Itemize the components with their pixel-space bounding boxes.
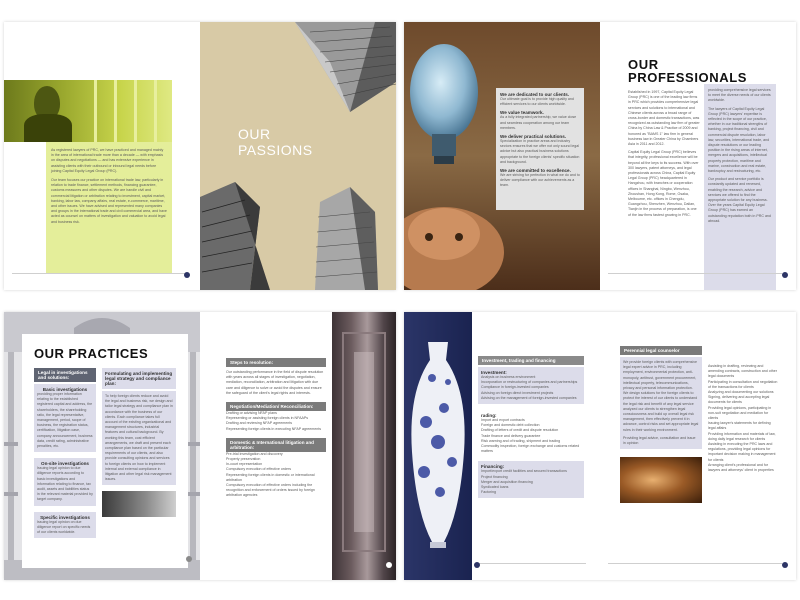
- professionals-col1-para2: Capital Equity Legal Group (PRC) believe…: [628, 150, 699, 217]
- page-dispute-resolution: Steps to resolution: Our outstanding per…: [200, 312, 396, 580]
- practices-legal-investigations-heading: Legal in investigations and solutions:: [34, 368, 96, 382]
- counselor-item-7: Providing information and materials of l…: [708, 431, 776, 441]
- trading-item-6: Commodity inspection, foreign exchange a…: [481, 444, 580, 454]
- footer-line: [608, 563, 782, 564]
- specific-investigations-text: Issuing legal opinion on due diligence r…: [37, 519, 91, 535]
- negotiation-heading: Negotiation/Mediation/ Reconciliation:: [226, 402, 326, 412]
- value-practical-text: Specialization in practice areas and ind…: [500, 139, 580, 164]
- office-photo: [102, 491, 176, 518]
- page-number-dot: [186, 556, 192, 562]
- practices-title: OUR PRACTICES: [34, 346, 149, 361]
- practices-left-col: Legal in investigations and solutions: B…: [34, 368, 96, 539]
- spread-1: As registered lawyers of PRC, we have pr…: [4, 22, 396, 290]
- professionals-col2-para3: Our product and service portfolio is con…: [708, 177, 771, 223]
- financing-item-1: Import/export credit facilities and secu…: [481, 469, 567, 474]
- practices-right-col: Formulating and implementing legal strat…: [102, 368, 176, 518]
- domestic-item-6: Compulsory execution of effective orders…: [226, 483, 315, 498]
- intro-paragraph-2: Our team focuses our practice on interna…: [51, 178, 167, 224]
- hands-photo: [620, 457, 702, 504]
- passions-title-line-1: OUR: [238, 126, 271, 142]
- intro-text-box: As registered lawyers of PRC, we have pr…: [46, 142, 172, 274]
- page-professionals: OUR PROFESSIONALS Established in 1997, C…: [600, 22, 796, 290]
- investment-block: Investment: Analysis on business environ…: [478, 367, 584, 405]
- counselor-heading: Perennial legal counselor: [620, 346, 702, 355]
- compliance-heading: Formulating and implementing legal strat…: [102, 368, 176, 389]
- compliance-text: To help foreign clients reduce and avoid…: [102, 391, 176, 486]
- value-teamwork-text: As a fully integrated partnership, we va…: [500, 115, 577, 130]
- values-box: We are dedicated to our clients. Our ult…: [496, 88, 584, 210]
- page-investment: Investment, trading and financing Invest…: [404, 312, 600, 580]
- page-number-dot: [782, 562, 788, 568]
- professionals-col-1: Established in 1997, Capital Equity Lega…: [628, 90, 700, 218]
- footer-line: [12, 273, 186, 274]
- corridor-image: [332, 312, 396, 580]
- counselor-item-4: Signing, delivering and accepting legal …: [708, 395, 770, 405]
- counselor-right-col: Assisting in drafting, reviewing and ame…: [708, 364, 778, 473]
- spread-2: We are dedicated to our clients. Our ult…: [404, 22, 796, 290]
- resolution-heading: Steps to resolution:: [226, 358, 326, 367]
- lawyer-photo: [4, 80, 172, 142]
- counselor-item-9: Arranging client's professional and for …: [708, 462, 774, 473]
- counselor-text-2: Providing legal advice, consultation and…: [623, 435, 696, 446]
- professionals-title: OUR PROFESSIONALS: [628, 58, 747, 84]
- spread-4: Investment, trading and financing Invest…: [404, 312, 796, 580]
- page-values: We are dedicated to our clients. Our ult…: [404, 22, 600, 290]
- counselor-item-6: Issuing lawyer's statements for defining…: [708, 421, 771, 431]
- porcelain-vase-image: [404, 312, 472, 580]
- professionals-col1-para1: Established in 1997, Capital Equity Lega…: [628, 90, 700, 147]
- value-dedicated-text: Our ultimate goal is to provide high qua…: [500, 97, 574, 107]
- professionals-col2-para1: providing comprehensive legal services t…: [708, 88, 771, 103]
- spread-3: OUR PRACTICES Legal in investigations an…: [4, 312, 396, 580]
- basic-investigations-block: Basic investigations providing proper in…: [34, 384, 96, 453]
- page-intro: As registered lawyers of PRC, we have pr…: [4, 22, 200, 290]
- trading-block: rading: Import and export contracts Fore…: [478, 410, 584, 457]
- footer-line: [608, 273, 782, 274]
- domestic-heading: Domestic & International litigation and …: [226, 437, 326, 452]
- page-number-dot: [782, 272, 788, 278]
- page-counselor: Perennial legal counselor We provide for…: [600, 312, 796, 580]
- onsite-investigations-text: Issuing legal opinion to due diligence r…: [37, 466, 93, 502]
- specific-investigations-block: Specific investigations Issuing legal op…: [34, 511, 96, 539]
- passions-title: OUR PASSIONS: [238, 126, 313, 158]
- investment-heading: Investment, trading and financing: [478, 356, 584, 365]
- footer-line: [478, 563, 586, 564]
- page-number-dot: [474, 562, 480, 568]
- counselor-item-5: Providing legal opinions, participating …: [708, 405, 772, 421]
- specific-investigations-title: Specific investigations: [40, 514, 90, 520]
- investment-item-5: Advising on the management of foreign-in…: [481, 395, 577, 400]
- counselor-item-8: Assisting in executing the PRC laws and …: [708, 442, 776, 462]
- intro-paragraph-1: As registered lawyers of PRC, we have pr…: [51, 148, 164, 173]
- page-number-dot: [184, 272, 190, 278]
- practices-panel: OUR PRACTICES Legal in investigations an…: [22, 334, 188, 568]
- professionals-title-line-2: PROFESSIONALS: [628, 70, 748, 85]
- passions-title-line-2: PASSIONS: [238, 142, 313, 158]
- onsite-investigations-block: On-site investigations Issuing legal opi…: [34, 458, 96, 506]
- counselor-text: We provide foreign clients with comprehe…: [623, 360, 699, 432]
- negotiation-item-4: Representing foreign clients in executin…: [226, 426, 322, 431]
- financing-block: Financing: Import/export credit faciliti…: [478, 461, 584, 499]
- page-passions: OUR PASSIONS: [200, 22, 396, 290]
- professionals-col2-para2: The lawyers of Capital Equity Legal Grou…: [708, 106, 770, 174]
- professionals-col-2: providing comprehensive legal services t…: [704, 84, 776, 290]
- domestic-item-5: Representing foreign clients in domestic…: [226, 472, 315, 482]
- value-excellence-text: We are striving for perfection in what w…: [500, 173, 580, 188]
- counselor-text-block: We provide foreign clients with comprehe…: [620, 357, 702, 450]
- page-practices: OUR PRACTICES Legal in investigations an…: [4, 312, 200, 580]
- basic-investigations-text: providing proper information relating to…: [37, 392, 93, 449]
- resolution-text: Our outstanding performance in the field…: [226, 370, 324, 395]
- page-number-dot: [386, 562, 392, 568]
- resolution-col: Steps to resolution: Our outstanding per…: [226, 358, 326, 499]
- counselor-item-1: Assisting in drafting, reviewing and ame…: [708, 364, 777, 379]
- counselor-left-col: Perennial legal counselor We provide for…: [620, 346, 702, 504]
- investment-col: Investment, trading and financing Invest…: [478, 356, 584, 499]
- financing-item-5: Factoring: [481, 490, 496, 495]
- counselor-item-2: Participating in consultation and negoti…: [708, 379, 778, 389]
